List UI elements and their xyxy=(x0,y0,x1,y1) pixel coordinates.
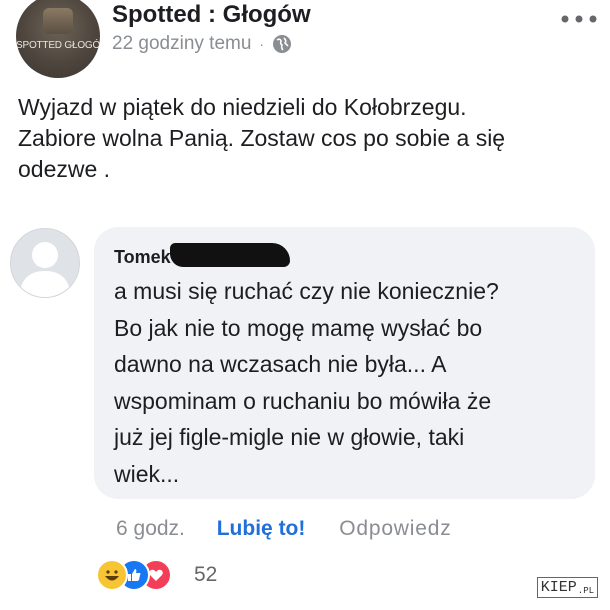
default-user-icon xyxy=(19,242,71,297)
commenter-name[interactable]: Tomek xyxy=(114,247,171,268)
comment-text-line: już jej figle-migle nie w głowie, taki xyxy=(114,424,465,450)
watermark-main: KIEP xyxy=(540,579,577,596)
haha-icon xyxy=(96,559,128,591)
commenter-avatar[interactable] xyxy=(10,228,80,298)
watermark-suffix: .PL xyxy=(577,586,594,596)
comment-text-line: dawno na wczasach nie była... A xyxy=(114,351,447,377)
post-time[interactable]: 22 godziny temu xyxy=(112,33,251,55)
avatar-emblem xyxy=(43,8,73,34)
reply-button[interactable]: Odpowiedz xyxy=(339,517,451,541)
comment-text-line: a musi się ruchać czy nie koniecznie? xyxy=(114,278,499,304)
comment-text-line: wiek... xyxy=(114,460,180,487)
post-meta: 22 godziny temu · xyxy=(112,33,292,55)
comment-text-line: Bo jak nie to mogę mamę wysłać bo xyxy=(114,314,483,341)
post-header: SPOTTED GŁOGÓW Spotted : Głogów 22 godzi… xyxy=(0,0,610,90)
page-avatar[interactable]: SPOTTED GŁOGÓW xyxy=(16,0,100,78)
comment-time[interactable]: 6 godz. xyxy=(116,517,185,541)
post-text: Wyjazd w piątek do niedzieli do Kołobrze… xyxy=(18,92,608,185)
avatar-text: SPOTTED GŁOGÓW xyxy=(16,40,100,51)
post-text-line: Zabiore wolna Panią. Zostaw cos po sobie… xyxy=(18,125,506,151)
like-button[interactable]: Lubię to! xyxy=(217,517,306,541)
name-redaction xyxy=(170,243,290,267)
post-text-line: Wyjazd w piątek do niedzieli do Kołobrze… xyxy=(18,94,467,120)
meta-separator: · xyxy=(259,36,265,52)
comment-actions: 6 godz. Lubię to! Odpowiedz xyxy=(116,517,452,541)
comment-bubble: Tomek a musi się ruchać czy nie konieczn… xyxy=(94,227,595,499)
page-name[interactable]: Spotted : Głogów xyxy=(112,1,311,29)
watermark: KIEP .PL xyxy=(536,577,598,598)
post-text-line: odezwe . xyxy=(18,156,111,182)
globe-icon xyxy=(273,35,292,53)
comment-text: a musi się ruchać czy nie koniecznie? Bo… xyxy=(114,273,499,492)
more-icon[interactable] xyxy=(560,14,598,24)
comment-text-line: wspominam o ruchaniu bo mówiła że xyxy=(114,387,492,414)
reaction-count[interactable]: 52 xyxy=(194,563,217,587)
